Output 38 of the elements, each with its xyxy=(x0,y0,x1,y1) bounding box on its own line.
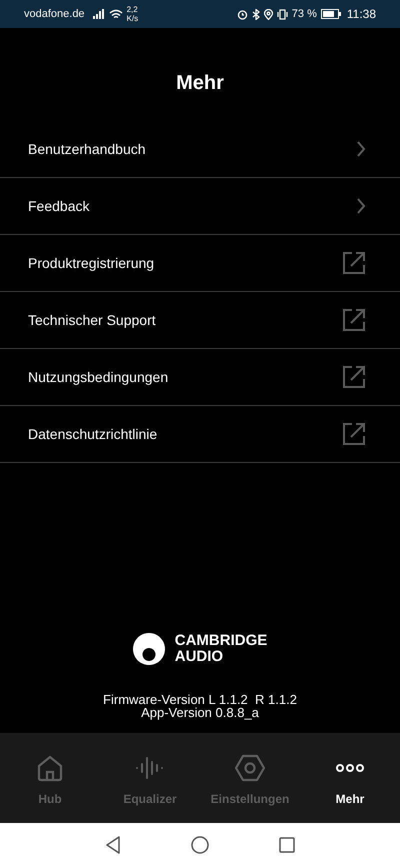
external-link-icon xyxy=(342,308,366,332)
menu-item[interactable]: Datenschutzrichtlinie xyxy=(0,406,400,463)
external-link-icon xyxy=(342,365,366,389)
menu-item[interactable]: Feedback xyxy=(0,178,400,235)
menu-item[interactable]: Benutzerhandbuch xyxy=(0,121,400,178)
battery-icon xyxy=(320,9,341,19)
clock-time: 11:38 xyxy=(346,6,376,23)
recent-apps-icon[interactable] xyxy=(279,837,295,853)
settings-icon xyxy=(235,754,265,782)
chevron-right-icon xyxy=(356,141,366,157)
menu-item[interactable]: Technischer Support xyxy=(0,292,400,349)
chevron-right-icon xyxy=(356,198,366,214)
brand-name: AUDIO xyxy=(174,649,224,665)
signal-icon xyxy=(92,9,105,19)
home-circle-icon[interactable] xyxy=(191,836,209,854)
menu-item[interactable]: Produktregistrierung xyxy=(0,235,400,292)
wifi-icon xyxy=(108,8,123,20)
carrier-name: vodafone.de xyxy=(24,6,85,22)
back-icon[interactable] xyxy=(105,836,121,854)
waveform-icon xyxy=(135,754,165,782)
external-link-icon xyxy=(342,251,366,275)
brand-name: CAMBRIDGE xyxy=(174,633,268,649)
brand-logo-icon xyxy=(132,633,165,665)
location-icon xyxy=(264,8,273,20)
page-title: Mehr xyxy=(176,70,224,96)
speed-unit: K/s xyxy=(126,14,138,23)
vibrate-icon xyxy=(276,8,288,20)
nav-tab[interactable]: Mehr xyxy=(300,733,400,823)
home-icon xyxy=(36,754,64,782)
external-link-icon xyxy=(342,422,366,446)
more-icon xyxy=(335,763,365,773)
menu-item[interactable]: Nutzungsbedingungen xyxy=(0,349,400,406)
version-text: App-Version 0.8.8_a xyxy=(141,706,259,719)
speed-value: 2,2 xyxy=(126,5,138,14)
bluetooth-icon xyxy=(252,8,260,20)
version-text: Firmware-Version L 1.1.2 R 1.1.2 xyxy=(103,693,297,706)
alarm-icon xyxy=(236,8,248,20)
battery-percent: 73 % xyxy=(292,6,317,22)
